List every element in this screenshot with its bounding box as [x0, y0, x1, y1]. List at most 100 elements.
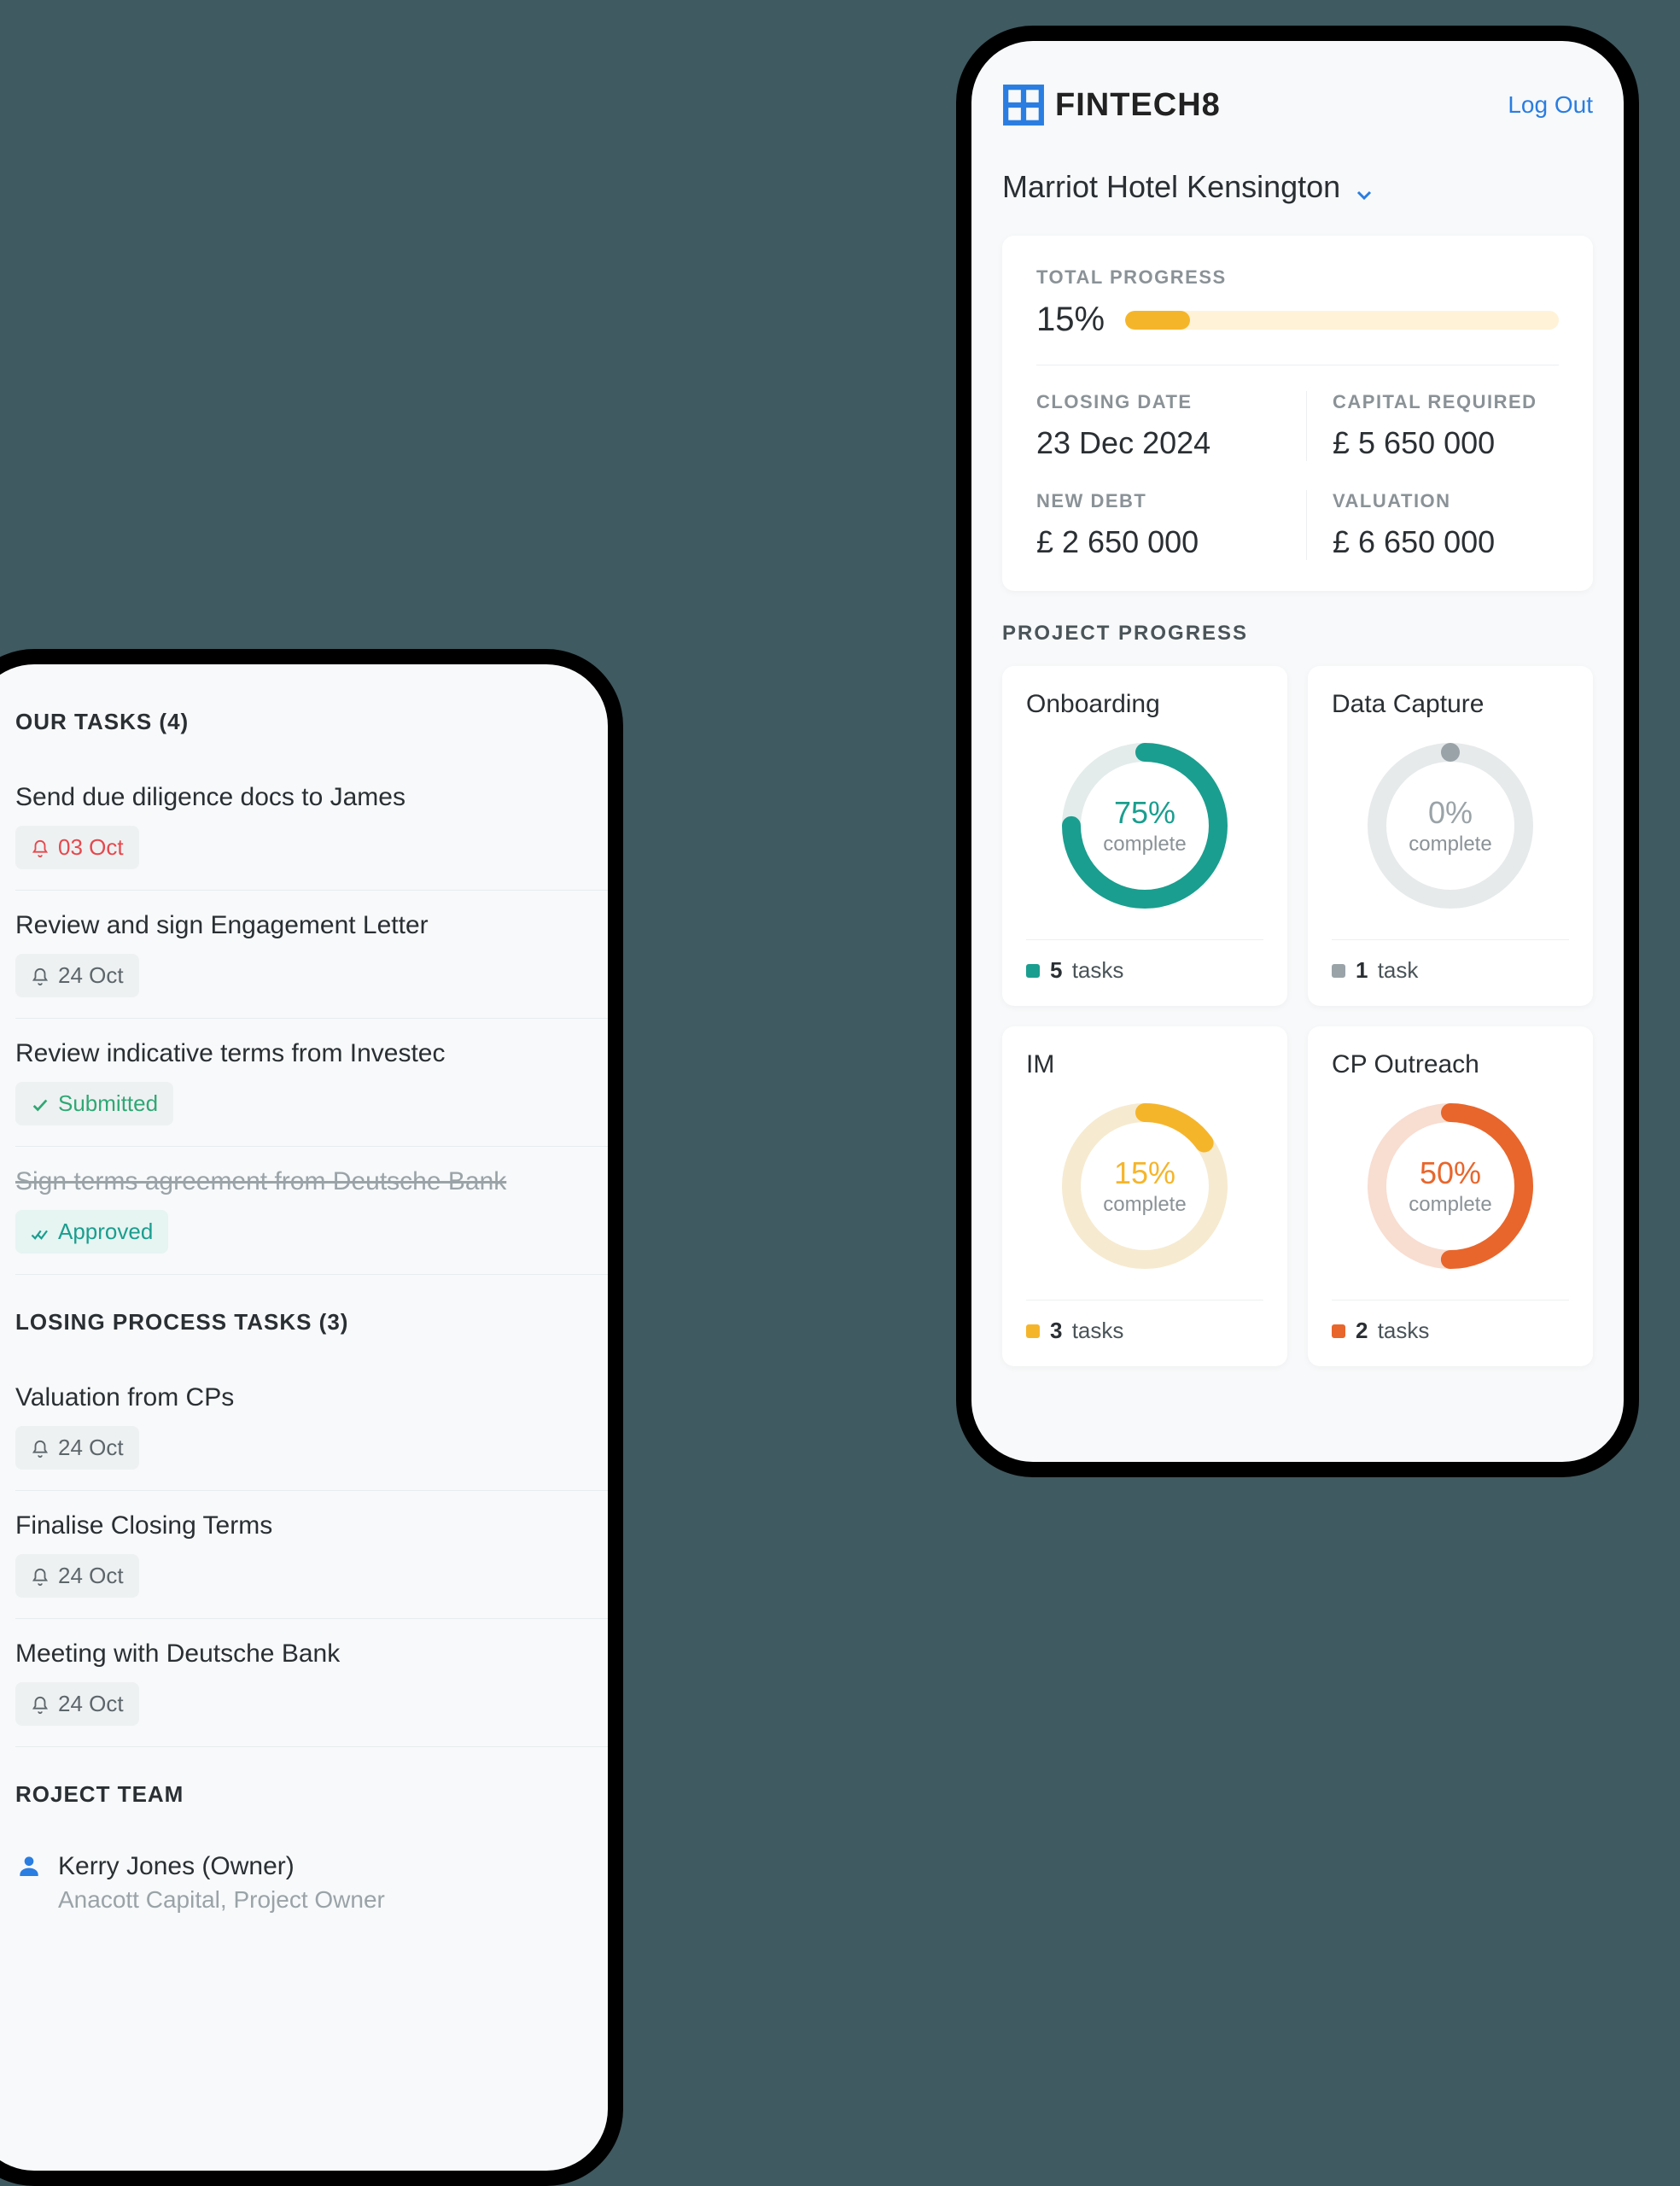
- donut-complete-label: complete: [1409, 1193, 1491, 1217]
- progress-card-tasks: 1 task: [1356, 957, 1418, 984]
- task-badge: Submitted: [15, 1082, 173, 1125]
- bell-icon: [31, 838, 50, 858]
- progress-card[interactable]: Onboarding 75%complete 5 tasks: [1002, 666, 1287, 1006]
- legend-square-icon: [1332, 964, 1345, 978]
- donut-complete-label: complete: [1103, 833, 1186, 856]
- task-badge-text: 24 Oct: [58, 962, 124, 989]
- closing-date-value: 23 Dec 2024: [1036, 425, 1289, 461]
- bell-icon: [31, 1566, 50, 1587]
- task-badge-text: 24 Oct: [58, 1563, 124, 1589]
- logout-link[interactable]: Log Out: [1508, 91, 1593, 119]
- person-icon: [15, 1852, 43, 1879]
- task-badge: 24 Oct: [15, 954, 139, 997]
- task-item[interactable]: Send due diligence docs to James 03 Oct: [15, 763, 608, 891]
- project-progress-heading: PROJECT PROGRESS: [1002, 622, 1593, 646]
- task-badge-text: 03 Oct: [58, 834, 124, 861]
- task-item[interactable]: Review indicative terms from Investec Sub…: [15, 1019, 608, 1147]
- progress-card-tasks: 3 tasks: [1050, 1318, 1123, 1344]
- valuation-value: £ 6 650 000: [1333, 524, 1559, 560]
- donut-percent: 50%: [1420, 1155, 1481, 1191]
- progress-card-title: CP Outreach: [1332, 1050, 1569, 1079]
- brand[interactable]: FINTECH8: [1002, 84, 1221, 126]
- project-team-heading: ROJECT TEAM: [15, 1781, 608, 1808]
- task-badge-text: Submitted: [58, 1090, 158, 1117]
- progress-card[interactable]: Data Capture 0%complete 1 task: [1308, 666, 1593, 1006]
- topbar: FINTECH8 Log Out: [1002, 84, 1593, 126]
- task-badge-text: Approved: [58, 1219, 153, 1245]
- task-item[interactable]: Meeting with Deutsche Bank 24 Oct: [15, 1619, 608, 1747]
- donut-chart: 0%complete: [1361, 736, 1540, 915]
- progress-card-title: Data Capture: [1332, 690, 1569, 719]
- donut-chart: 75%complete: [1055, 736, 1234, 915]
- task-title: Send due diligence docs to James: [15, 783, 582, 812]
- task-item[interactable]: Finalise Closing Terms 24 Oct: [15, 1491, 608, 1619]
- total-progress-value: 15%: [1036, 301, 1105, 339]
- task-badge-text: 24 Oct: [58, 1691, 124, 1717]
- brand-icon: [1002, 84, 1045, 126]
- project-selector[interactable]: Marriot Hotel Kensington: [1002, 169, 1593, 205]
- phone-frame-left: OUR TASKS (4) Send due diligence docs to…: [0, 649, 623, 2186]
- capital-required-label: CAPITAL REQUIRED: [1333, 391, 1559, 413]
- donut-complete-label: complete: [1409, 833, 1491, 856]
- task-title: Review and sign Engagement Letter: [15, 911, 582, 940]
- total-progress-label: TOTAL PROGRESS: [1036, 266, 1559, 289]
- project-name: Marriot Hotel Kensington: [1002, 169, 1340, 205]
- progress-card-title: IM: [1026, 1050, 1263, 1079]
- check-icon: [31, 1094, 50, 1114]
- progress-card-title: Onboarding: [1026, 690, 1263, 719]
- brand-text: FINTECH8: [1055, 87, 1221, 124]
- progress-card-tasks: 2 tasks: [1356, 1318, 1429, 1344]
- capital-required-value: £ 5 650 000: [1333, 425, 1559, 461]
- bell-icon: [31, 1694, 50, 1715]
- task-item[interactable]: Sign terms agreement from Deutsche Bank A…: [15, 1147, 608, 1275]
- team-member-name: Kerry Jones (Owner): [58, 1852, 385, 1881]
- team-member-row[interactable]: Kerry Jones (Owner) Anacott Capital, Pro…: [15, 1835, 608, 1931]
- task-title: Meeting with Deutsche Bank: [15, 1640, 582, 1669]
- chevron-down-icon: [1354, 177, 1374, 197]
- task-badge: 24 Oct: [15, 1426, 139, 1470]
- progress-card-footer: 1 task: [1332, 939, 1569, 984]
- progress-card[interactable]: IM 15%complete 3 tasks: [1002, 1026, 1287, 1366]
- task-title: Valuation from CPs: [15, 1383, 582, 1412]
- donut-percent: 15%: [1114, 1155, 1175, 1191]
- progress-card[interactable]: CP Outreach 50%complete 2 tasks: [1308, 1026, 1593, 1366]
- valuation-label: VALUATION: [1333, 490, 1559, 512]
- progress-card-tasks: 5 tasks: [1050, 957, 1123, 984]
- task-badge: 24 Oct: [15, 1682, 139, 1726]
- team-member-subtitle: Anacott Capital, Project Owner: [58, 1886, 385, 1914]
- legend-square-icon: [1026, 1324, 1040, 1338]
- task-badge: 24 Oct: [15, 1554, 139, 1598]
- summary-card: TOTAL PROGRESS 15% CLOSING DATE 23 Dec 2…: [1002, 236, 1593, 591]
- phone-frame-right: FINTECH8 Log Out Marriot Hotel Kensingto…: [956, 26, 1639, 1477]
- closing-tasks-heading: LOSING PROCESS TASKS (3): [15, 1309, 608, 1336]
- double-check-icon: [31, 1222, 50, 1242]
- task-title: Sign terms agreement from Deutsche Bank: [15, 1167, 582, 1196]
- donut-percent: 0%: [1428, 795, 1473, 831]
- task-badge-text: 24 Oct: [58, 1435, 124, 1461]
- total-progress-bar: [1125, 311, 1559, 330]
- task-item[interactable]: Valuation from CPs 24 Oct: [15, 1363, 608, 1491]
- your-tasks-heading: OUR TASKS (4): [15, 709, 608, 735]
- progress-card-footer: 5 tasks: [1026, 939, 1263, 984]
- closing-date-label: CLOSING DATE: [1036, 391, 1289, 413]
- task-badge: Approved: [15, 1210, 168, 1254]
- task-item[interactable]: Review and sign Engagement Letter 24 Oct: [15, 891, 608, 1019]
- donut-percent: 75%: [1114, 795, 1175, 831]
- task-title: Review indicative terms from Investec: [15, 1039, 582, 1068]
- phone-screen-left: OUR TASKS (4) Send due diligence docs to…: [0, 664, 608, 2171]
- total-progress-fill: [1125, 311, 1190, 330]
- phone-screen-right: FINTECH8 Log Out Marriot Hotel Kensingto…: [971, 41, 1624, 1462]
- task-title: Finalise Closing Terms: [15, 1511, 582, 1540]
- bell-icon: [31, 966, 50, 986]
- legend-square-icon: [1026, 964, 1040, 978]
- progress-card-footer: 3 tasks: [1026, 1300, 1263, 1344]
- progress-card-footer: 2 tasks: [1332, 1300, 1569, 1344]
- new-debt-label: NEW DEBT: [1036, 490, 1289, 512]
- bell-icon: [31, 1438, 50, 1458]
- donut-chart: 15%complete: [1055, 1096, 1234, 1276]
- donut-chart: 50%complete: [1361, 1096, 1540, 1276]
- legend-square-icon: [1332, 1324, 1345, 1338]
- task-badge: 03 Oct: [15, 826, 139, 869]
- new-debt-value: £ 2 650 000: [1036, 524, 1289, 560]
- donut-complete-label: complete: [1103, 1193, 1186, 1217]
